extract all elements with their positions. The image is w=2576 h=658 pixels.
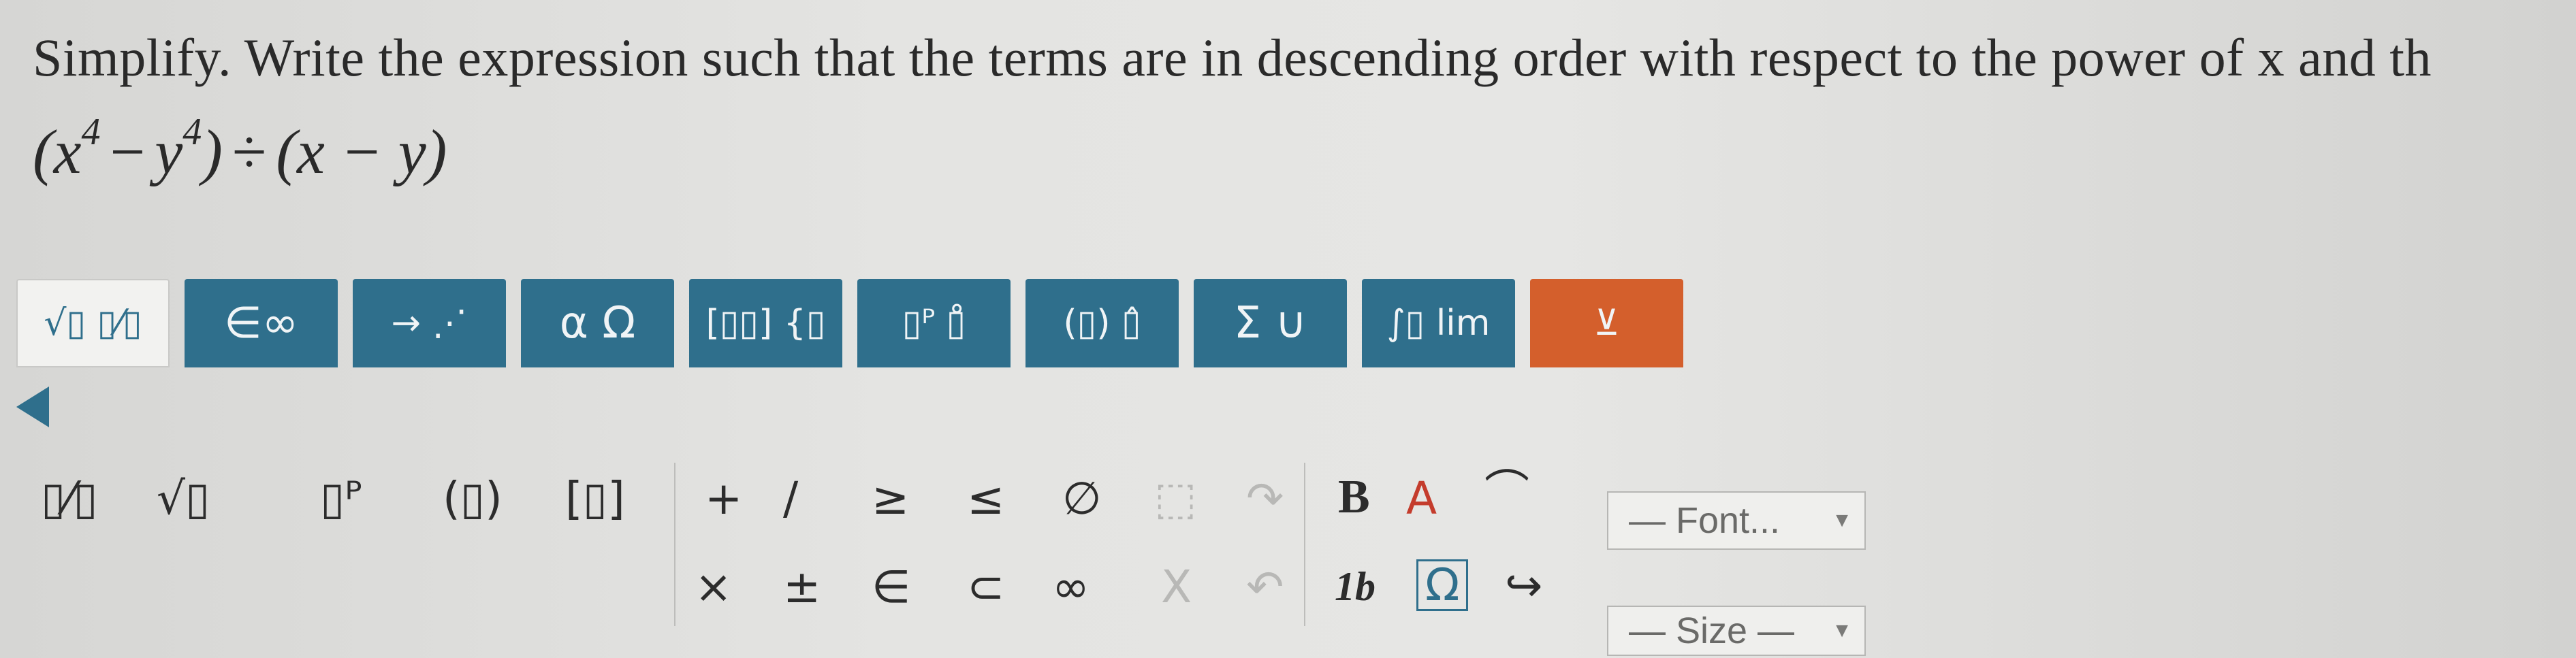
emptyset-button[interactable]: ∅: [1062, 476, 1102, 521]
infinity-button[interactable]: ∞: [1052, 565, 1090, 610]
palette-tabs: √▯ ▯⁄▯ ∈∞ → ⋰ α Ω [▯▯] {▯ ▯ᴾ ▯̊ (▯) ▯̂ Σ…: [16, 279, 1683, 367]
tab-accents[interactable]: (▯) ▯̂: [1025, 279, 1179, 367]
brackets-button[interactable]: [▯]: [565, 476, 625, 521]
subset-button[interactable]: ⊂: [967, 565, 1004, 610]
equation-editor-page: Simplify. Write the expression such that…: [0, 0, 2576, 658]
cut-button[interactable]: X: [1161, 565, 1192, 610]
times-button[interactable]: ×: [695, 565, 732, 610]
text-color-button[interactable]: A: [1406, 476, 1437, 521]
expr-divide: ÷: [232, 117, 267, 186]
question-prompt: Simplify. Write the expression such that…: [33, 28, 2432, 87]
collapse-arrow-icon[interactable]: [16, 386, 49, 427]
font-dropdown-label: — Font...: [1629, 500, 1781, 541]
tab-roots-fractions[interactable]: √▯ ▯⁄▯: [16, 279, 170, 367]
tab-extra[interactable]: ⊻: [1530, 279, 1683, 367]
link-button[interactable]: ↪: [1505, 563, 1542, 608]
tab-integrals-limits[interactable]: ∫▯ lim: [1362, 279, 1515, 367]
undo-button[interactable]: ⬚: [1154, 476, 1196, 521]
size-dropdown-label: — Size —: [1629, 610, 1795, 651]
tab-sets-infinity[interactable]: ∈∞: [185, 279, 338, 367]
redo-alt-button[interactable]: ↶: [1246, 565, 1284, 610]
chevron-down-icon: ▼: [1832, 509, 1852, 531]
tab-greek[interactable]: α Ω: [521, 279, 674, 367]
divider: [1304, 463, 1305, 626]
power-button[interactable]: ▯ᴾ: [320, 476, 362, 521]
fraction-button[interactable]: ▯⁄▯: [41, 476, 98, 521]
expr-tail: (x − y): [276, 117, 447, 186]
plusminus-button[interactable]: ±: [783, 565, 821, 610]
expr-base2: y: [155, 117, 183, 186]
geq-button[interactable]: ≥: [872, 476, 909, 521]
overline-arrow-button[interactable]: ⌒: [1484, 470, 1529, 514]
expr-exp1: 4: [81, 111, 101, 154]
expr-minus: −: [110, 117, 146, 186]
divider: [674, 463, 675, 626]
slash-button[interactable]: /: [783, 476, 798, 521]
omega-box-button[interactable]: Ω: [1416, 559, 1469, 611]
tab-sums-unions[interactable]: Σ ∪: [1194, 279, 1347, 367]
tab-scripts[interactable]: ▯ᴾ ▯̊: [857, 279, 1011, 367]
bold-button[interactable]: B: [1338, 474, 1370, 521]
sqrt-button[interactable]: √▯: [157, 476, 210, 521]
expr-base1: (x: [33, 117, 82, 186]
question-expression: (x4− y4) ÷ (x − y): [33, 111, 447, 188]
leq-button[interactable]: ≤: [967, 476, 1004, 521]
parentheses-button[interactable]: (▯): [443, 476, 503, 521]
redo-button[interactable]: ↷: [1246, 476, 1284, 521]
italic-button[interactable]: 1b: [1335, 566, 1376, 607]
font-dropdown[interactable]: — Font... ▼: [1607, 491, 1866, 550]
size-dropdown[interactable]: — Size — ▼: [1607, 606, 1866, 656]
tab-matrices[interactable]: [▯▯] {▯: [689, 279, 842, 367]
plus-button[interactable]: +: [705, 476, 742, 521]
chevron-down-icon: ▼: [1832, 619, 1852, 642]
tab-arrows[interactable]: → ⋰: [353, 279, 506, 367]
expr-close: ): [202, 117, 223, 186]
expr-exp2: 4: [182, 111, 202, 154]
element-of-button[interactable]: ∈: [872, 565, 911, 610]
